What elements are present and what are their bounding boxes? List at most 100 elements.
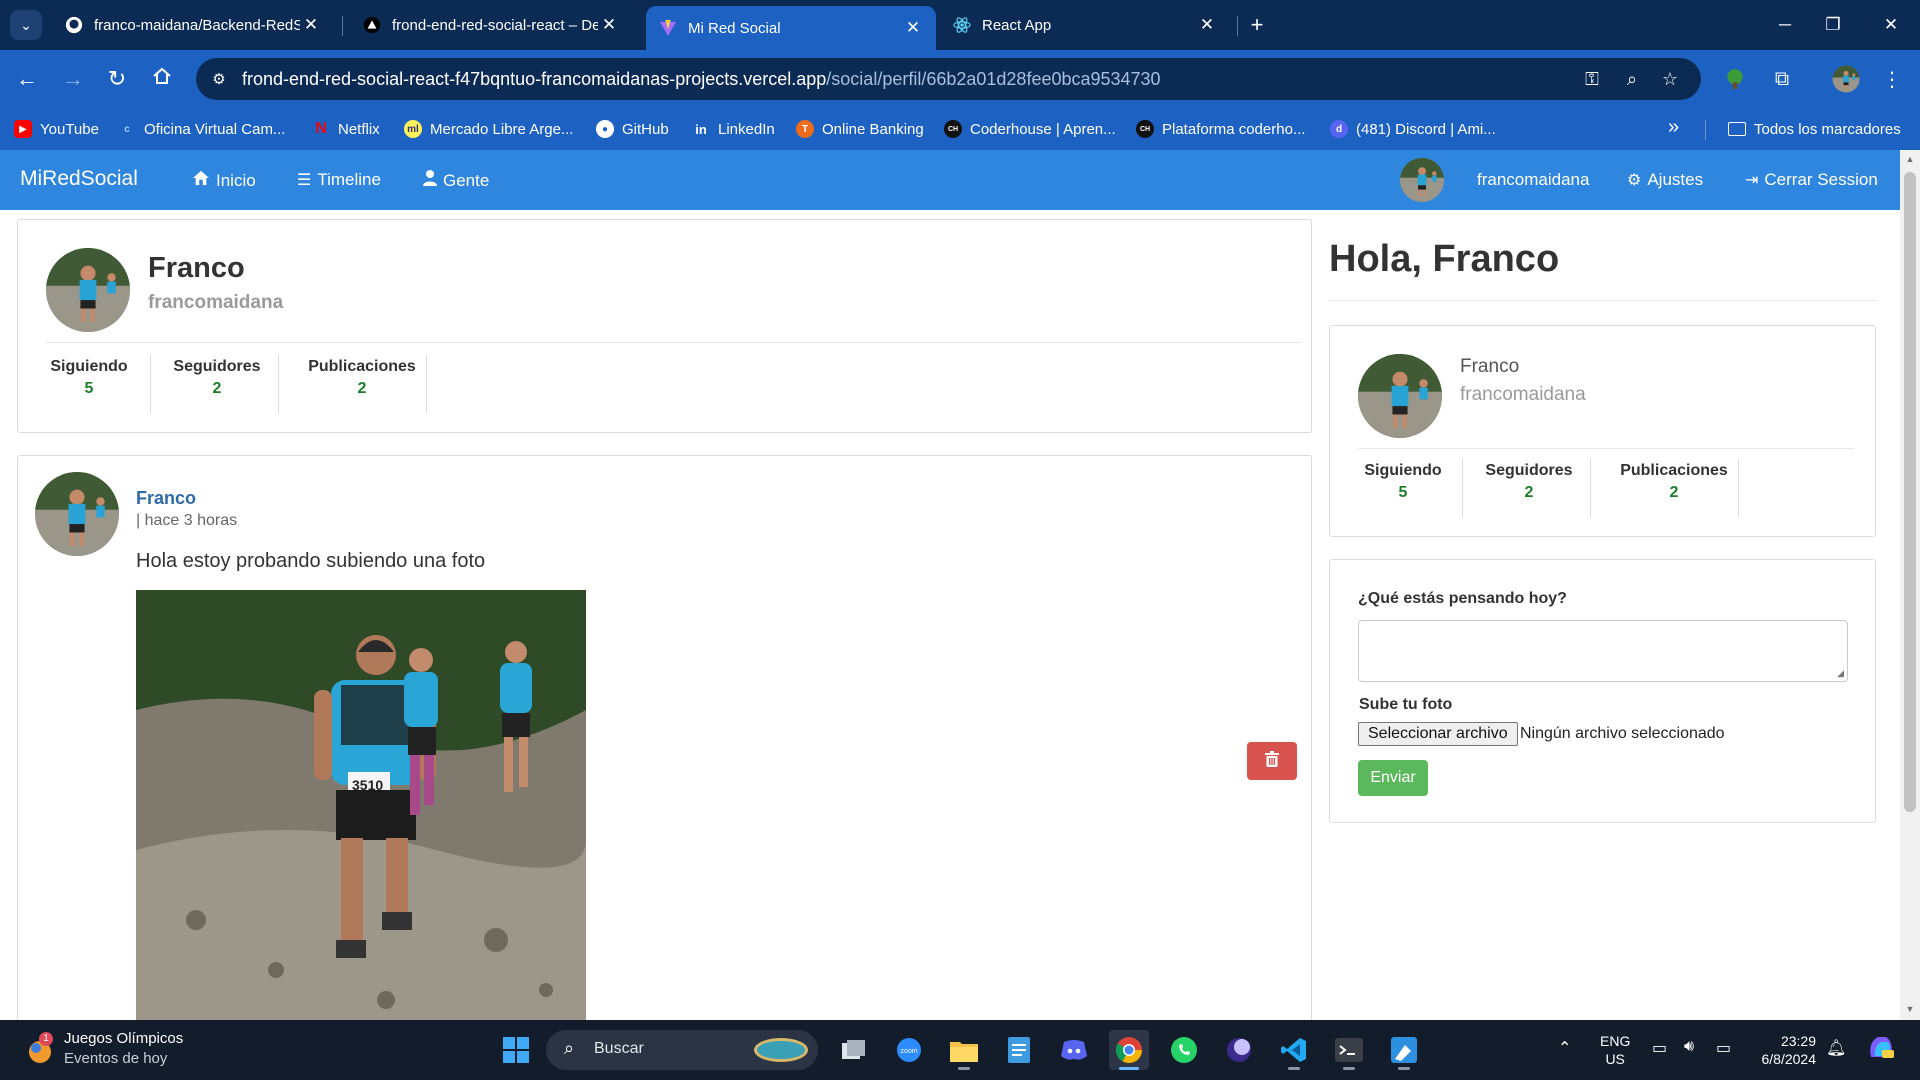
more-bookmarks-chevron-icon[interactable]: » xyxy=(1668,116,1679,139)
tab-search-button[interactable]: ⌄ xyxy=(10,10,42,40)
terminal-icon[interactable] xyxy=(1329,1030,1369,1070)
news-title[interactable]: Juegos Olímpicos xyxy=(64,1030,183,1047)
network-icon[interactable]: ▭ xyxy=(1652,1038,1667,1058)
taskbar-search[interactable]: ⌕ Buscar xyxy=(546,1030,818,1070)
notifications-bell-icon[interactable]: 🔔︎ xyxy=(1826,1038,1846,1058)
bookmark-coderhouse[interactable]: CH Coderhouse | Apren... xyxy=(944,118,1116,140)
task-view-icon[interactable] xyxy=(834,1030,874,1070)
bookmark-mercadolibre[interactable]: ml Mercado Libre Arge... xyxy=(404,118,573,140)
password-key-icon[interactable]: ⚿ xyxy=(1580,67,1604,91)
oficina-icon: c xyxy=(124,123,130,135)
close-window-button[interactable]: ✕ xyxy=(1868,10,1914,40)
post-author-link[interactable]: Franco xyxy=(136,488,196,509)
restore-button[interactable]: ❐ xyxy=(1810,10,1856,40)
browser-tab[interactable]: franco-maidana/Backend-RedS ✕ xyxy=(52,8,334,42)
system-clock[interactable]: 23:29 6/8/2024 xyxy=(1752,1032,1817,1068)
copilot-icon[interactable] xyxy=(1866,1032,1896,1067)
browser-tab-active[interactable]: Mi Red Social ✕ xyxy=(646,6,936,50)
site-info-icon[interactable]: ⚙ xyxy=(208,68,230,90)
close-icon[interactable]: ✕ xyxy=(902,17,924,39)
stat-label: Siguiendo xyxy=(1364,462,1442,479)
search-placeholder: Buscar xyxy=(594,1040,644,1057)
scroll-up-icon[interactable]: ▲ xyxy=(1904,154,1916,166)
resize-grip-icon[interactable]: ◢ xyxy=(1837,668,1844,679)
bookmark-oficina[interactable]: c Oficina Virtual Cam... xyxy=(118,118,285,140)
minimize-button[interactable]: ─ xyxy=(1762,10,1808,40)
extension-tree-icon[interactable] xyxy=(1719,63,1751,95)
scrollbar-thumb[interactable] xyxy=(1904,172,1916,812)
nav-inicio[interactable]: Inicio xyxy=(192,170,256,191)
vscode-icon[interactable] xyxy=(1274,1030,1314,1070)
bookmark-github[interactable]: ● GitHub xyxy=(596,118,669,140)
close-icon[interactable]: ✕ xyxy=(300,14,322,36)
browser-tab[interactable]: frond-end-red-social-react – De ✕ xyxy=(350,8,632,42)
stat-seguidores[interactable]: Seguidores 2 xyxy=(156,358,278,398)
file-explorer-icon[interactable] xyxy=(944,1030,984,1070)
bookmark-plataforma-coderhouse[interactable]: CH Plataforma coderho... xyxy=(1136,118,1305,140)
brand-logo[interactable]: MiRedSocial xyxy=(20,167,138,191)
sidebar-stat-siguiendo[interactable]: Siguiendo 5 xyxy=(1348,462,1458,502)
windows-taskbar: 1 Juegos Olímpicos Eventos de hoy ⌕ Busc… xyxy=(0,1020,1920,1080)
sidebar-stat-publicaciones[interactable]: Publicaciones 2 xyxy=(1596,462,1752,502)
nav-ajustes[interactable]: ⚙ Ajustes xyxy=(1627,170,1703,190)
stat-publicaciones[interactable]: Publicaciones 2 xyxy=(284,358,440,398)
zoom-icon[interactable]: zoom xyxy=(889,1030,929,1070)
submit-button[interactable]: Enviar xyxy=(1358,760,1428,796)
news-subtitle[interactable]: Eventos de hoy xyxy=(64,1050,167,1067)
menu-kebab-icon[interactable]: ⋮ xyxy=(1876,63,1908,95)
address-bar[interactable]: ⚙ frond-end-red-social-react-f47bqntuo-f… xyxy=(196,58,1701,100)
sidebar-stat-seguidores[interactable]: Seguidores 2 xyxy=(1468,462,1590,502)
zoom-icon[interactable]: ⌕ xyxy=(1620,67,1644,91)
nav-gente[interactable]: Gente xyxy=(423,170,489,191)
volume-icon[interactable]: 🔊︎ xyxy=(1684,1038,1694,1056)
bookmark-label: (481) Discord | Ami... xyxy=(1356,120,1496,138)
search-icon: ⌕ xyxy=(564,1038,575,1058)
extensions-puzzle-icon[interactable]: ⧉ xyxy=(1766,63,1798,95)
news-widget-icon[interactable]: 1 xyxy=(26,1032,56,1066)
bookmark-online-banking[interactable]: T Online Banking xyxy=(796,118,924,140)
bookmark-netflix[interactable]: N Netflix xyxy=(312,118,379,140)
bookmark-linkedin[interactable]: in LinkedIn xyxy=(692,118,775,140)
notepad-icon[interactable] xyxy=(999,1030,1039,1070)
new-tab-button[interactable]: + xyxy=(1244,12,1270,38)
post-textarea[interactable]: ◢ xyxy=(1358,620,1848,682)
all-bookmarks[interactable]: Todos los marcadores xyxy=(1728,118,1901,140)
stat-siguiendo[interactable]: Siguiendo 5 xyxy=(34,358,144,398)
page-scrollbar[interactable]: ▲ ▼ xyxy=(1900,150,1920,1020)
stat-value: 5 xyxy=(84,380,94,397)
nav-cerrar-session[interactable]: ⇥ Cerrar Session xyxy=(1745,170,1878,190)
profile-avatar[interactable] xyxy=(1830,63,1862,95)
scroll-down-icon[interactable]: ▼ xyxy=(1904,1004,1916,1016)
discord-icon[interactable] xyxy=(1054,1030,1094,1070)
forward-button[interactable]: → xyxy=(58,64,88,94)
start-button[interactable] xyxy=(496,1030,536,1070)
bookmark-star-icon[interactable]: ☆ xyxy=(1658,67,1682,91)
back-button[interactable]: ← xyxy=(12,64,42,94)
battery-icon[interactable]: ▭ xyxy=(1716,1038,1731,1058)
delete-post-button[interactable] xyxy=(1247,742,1297,780)
language-region: US xyxy=(1605,1051,1625,1067)
chrome-icon[interactable] xyxy=(1109,1030,1149,1070)
bookmark-discord[interactable]: d (481) Discord | Ami... xyxy=(1330,118,1496,140)
language-indicator[interactable]: ENG US xyxy=(1600,1032,1630,1068)
gear-icon: ⚙ xyxy=(1627,172,1642,189)
nav-username[interactable]: francomaidana xyxy=(1477,170,1589,190)
stat-label: Siguiendo xyxy=(50,358,128,375)
close-icon[interactable]: ✕ xyxy=(598,14,620,36)
bookmark-youtube[interactable]: ▶ YouTube xyxy=(14,118,99,140)
url-host: frond-end-red-social-react-f47bqntuo-fra… xyxy=(242,69,827,89)
page-viewport: MiRedSocial Inicio ☰ Timeline Gente fran… xyxy=(0,150,1900,1020)
nav-timeline[interactable]: ☰ Timeline xyxy=(297,170,381,190)
home-button[interactable] xyxy=(147,64,177,94)
app-icon[interactable] xyxy=(1219,1030,1259,1070)
browser-tab[interactable]: React App ✕ xyxy=(940,8,1230,42)
post-author-avatar[interactable] xyxy=(35,472,119,556)
paint-icon[interactable] xyxy=(1384,1030,1424,1070)
reload-button[interactable]: ↻ xyxy=(102,64,132,94)
whatsapp-icon[interactable] xyxy=(1164,1030,1204,1070)
greeting-divider xyxy=(1329,300,1876,301)
file-select-button[interactable]: Seleccionar archivo xyxy=(1358,722,1518,746)
nav-avatar[interactable] xyxy=(1400,158,1444,202)
close-icon[interactable]: ✕ xyxy=(1196,14,1218,36)
tray-overflow-chevron-icon[interactable]: ⌃ xyxy=(1558,1038,1571,1058)
